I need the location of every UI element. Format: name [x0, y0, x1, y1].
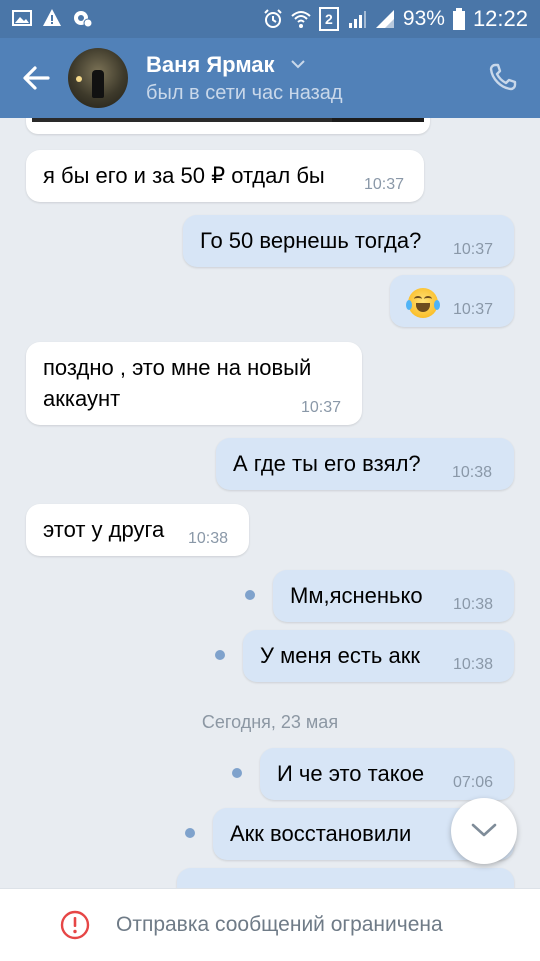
message-text: Го 50 вернешь тогда?	[200, 228, 422, 253]
message-text: У меня есть акк	[260, 643, 420, 668]
unread-indicator	[232, 768, 242, 778]
message-outgoing[interactable]: Го 50 вернешь тогда? 10:37	[183, 215, 514, 267]
battery-icon	[452, 8, 465, 30]
chat-header: Ваня Ярмак был в сети час назад	[0, 38, 540, 118]
message-time: 10:38	[453, 656, 494, 673]
avatar[interactable]	[68, 48, 128, 108]
message-time: 10:37	[364, 176, 405, 193]
message-text: Акк восстановили	[230, 821, 412, 846]
clock: 12:22	[472, 6, 528, 31]
scroll-to-bottom-button[interactable]	[451, 798, 517, 864]
message-text: я бы его и за 50 ₽ отдал бы	[43, 163, 325, 188]
message-time: 07:06	[453, 774, 494, 791]
message-text: поздно , это мне на новый аккаунт	[43, 355, 312, 411]
alarm-icon	[264, 9, 282, 28]
image-icon	[12, 10, 32, 26]
message-incoming[interactable]: я бы его и за 50 ₽ отдал бы 10:37	[26, 150, 424, 202]
date-separator: Сегодня, 23 мая	[201, 712, 339, 732]
chevron-down-icon[interactable]	[290, 58, 306, 70]
message-outgoing[interactable]: 10:37	[390, 275, 514, 327]
message-time: 10:38	[452, 464, 493, 481]
message-outgoing[interactable]: А где ты его взял? 10:38	[216, 438, 514, 490]
contact-name[interactable]: Ваня Ярмак	[146, 52, 275, 78]
message-text: А где ты его взял?	[233, 451, 421, 476]
message-time: 10:37	[453, 241, 494, 258]
signal-icon	[348, 11, 366, 28]
message-text: Мм,ясненько	[290, 583, 423, 608]
settings-icon	[74, 11, 92, 28]
message-time: 10:38	[188, 530, 229, 547]
message-outgoing-partial[interactable]	[177, 868, 514, 888]
message-time: 10:38	[453, 596, 494, 613]
laughing-tears-emoji-icon	[406, 288, 440, 318]
message-time: 10:37	[453, 301, 494, 318]
message-incoming[interactable]: поздно , это мне на новый аккаунт 10:37	[26, 342, 362, 425]
chevron-down-icon	[471, 823, 497, 837]
sim-badge: 2	[318, 7, 339, 31]
phone-icon[interactable]	[488, 62, 518, 92]
status-bar: 2 93% 12:22	[0, 0, 540, 38]
unread-indicator	[185, 828, 195, 838]
back-arrow-icon[interactable]	[18, 60, 54, 96]
signal-icon-2	[375, 10, 394, 28]
message-incoming[interactable]: этот у друга 10:38	[26, 504, 249, 556]
restriction-message: Отправка сообщений ограничена	[116, 913, 443, 936]
contact-last-seen: был в сети час назад	[146, 82, 343, 104]
unread-indicator	[245, 590, 255, 600]
message-outgoing[interactable]: И че это такое 07:06	[260, 748, 514, 800]
battery-percent: 93%	[402, 7, 445, 30]
message-outgoing[interactable]: У меня есть акк 10:38	[243, 630, 514, 682]
message-time: 10:37	[301, 399, 342, 416]
message-text: И че это такое	[277, 761, 425, 786]
media-attachment[interactable]	[26, 118, 430, 134]
unread-indicator	[215, 650, 225, 660]
warning-icon	[43, 9, 61, 26]
input-restricted-bar: Отправка сообщений ограничена	[0, 888, 540, 961]
message-outgoing[interactable]: Мм,ясненько 10:38	[273, 570, 514, 622]
message-text: этот у друга	[43, 517, 165, 542]
alert-circle-icon	[60, 910, 90, 940]
message-list[interactable]: я бы его и за 50 ₽ отдал бы 10:37 Го 50 …	[0, 118, 540, 888]
wifi-icon	[291, 11, 311, 28]
